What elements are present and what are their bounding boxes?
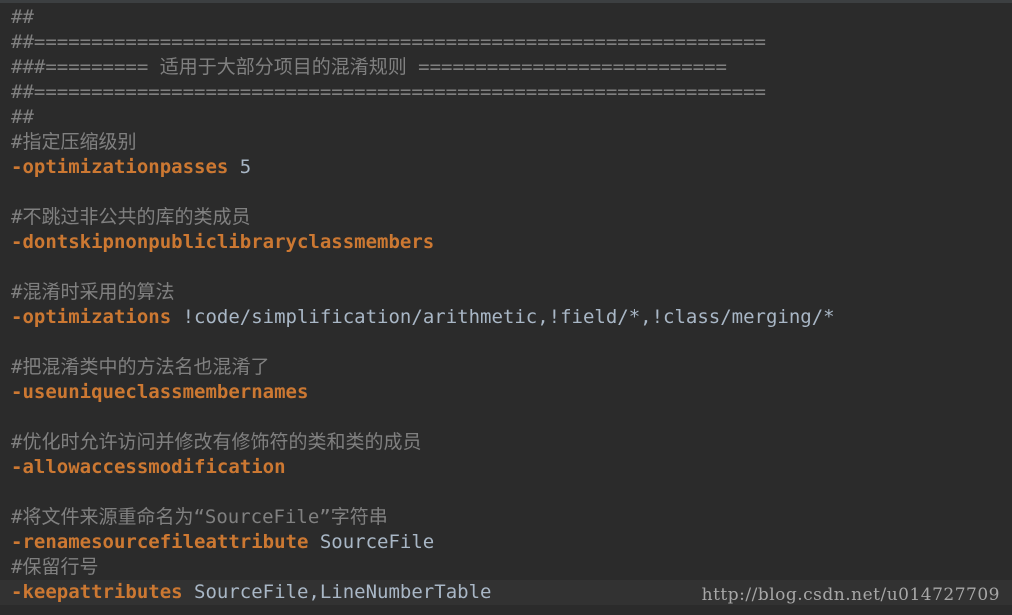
code-line-22: -renamesourcefileattribute SourceFile bbox=[11, 530, 1012, 555]
code-line-18: #优化时允许访问并修改有修饰符的类和类的成员 bbox=[11, 430, 1012, 455]
code-line-7: -optimizationpasses 5 bbox=[11, 155, 1012, 180]
code-line-5: ## bbox=[11, 105, 1012, 130]
comment: #保留行号 bbox=[11, 556, 99, 578]
argument: 5 bbox=[228, 156, 252, 178]
code-line-23: #保留行号 bbox=[11, 555, 1012, 580]
comment: #指定压缩级别 bbox=[11, 131, 137, 153]
comment: #优化时允许访问并修改有修饰符的类和类的成员 bbox=[11, 431, 422, 453]
comment: #不跳过非公共的库的类成员 bbox=[11, 206, 251, 228]
keyword: -optimizations bbox=[11, 306, 172, 328]
code-area[interactable]: ## ##===================================… bbox=[0, 5, 1012, 605]
code-line-13: -optimizations !code/simplification/arit… bbox=[11, 305, 1012, 330]
keyword: -useuniqueclassmembernames bbox=[11, 381, 309, 403]
keyword: -allowaccessmodification bbox=[11, 456, 286, 478]
keyword: -optimizationpasses bbox=[11, 156, 229, 178]
code-line-19: -allowaccessmodification bbox=[11, 455, 1012, 480]
keyword: -keepattributes bbox=[11, 581, 183, 603]
watermark-url: http://blog.csdn.net/u014727709 bbox=[701, 585, 1000, 605]
code-line-2: ##======================================… bbox=[11, 30, 1012, 55]
comment: #将文件来源重命名为“SourceFile”字符串 bbox=[11, 506, 388, 528]
code-line-4: ##======================================… bbox=[11, 80, 1012, 105]
comment: ###========= 适用于大部分项目的混淆规则 =============… bbox=[11, 56, 727, 78]
comment: #混淆时采用的算法 bbox=[11, 281, 175, 303]
comment: ## bbox=[11, 6, 34, 28]
code-line-6: #指定压缩级别 bbox=[11, 130, 1012, 155]
code-line-3: ###========= 适用于大部分项目的混淆规则 =============… bbox=[11, 55, 1012, 80]
comment: ##======================================… bbox=[11, 81, 766, 103]
keyword: -renamesourcefileattribute bbox=[11, 531, 309, 553]
comment: #把混淆类中的方法名也混淆了 bbox=[11, 356, 270, 378]
code-line-16: -useuniqueclassmembernames bbox=[11, 380, 1012, 405]
code-line-10: -dontskipnonpubliclibraryclassmembers bbox=[11, 230, 1012, 255]
code-line-9: #不跳过非公共的库的类成员 bbox=[11, 205, 1012, 230]
argument: SourceFile bbox=[308, 531, 435, 553]
code-line-1: ## bbox=[11, 5, 1012, 30]
code-line-21: #将文件来源重命名为“SourceFile”字符串 bbox=[11, 505, 1012, 530]
comment: ## bbox=[11, 106, 34, 128]
keyword: -dontskipnonpubliclibraryclassmembers bbox=[11, 231, 435, 253]
comment: ##======================================… bbox=[11, 31, 766, 53]
code-line-12: #混淆时采用的算法 bbox=[11, 280, 1012, 305]
argument: !code/simplification/arithmetic,!field/*… bbox=[171, 306, 835, 328]
code-editor[interactable]: ## ##===================================… bbox=[0, 0, 1012, 615]
argument: SourceFile,LineNumberTable bbox=[182, 581, 492, 603]
code-line-15: #把混淆类中的方法名也混淆了 bbox=[11, 355, 1012, 380]
